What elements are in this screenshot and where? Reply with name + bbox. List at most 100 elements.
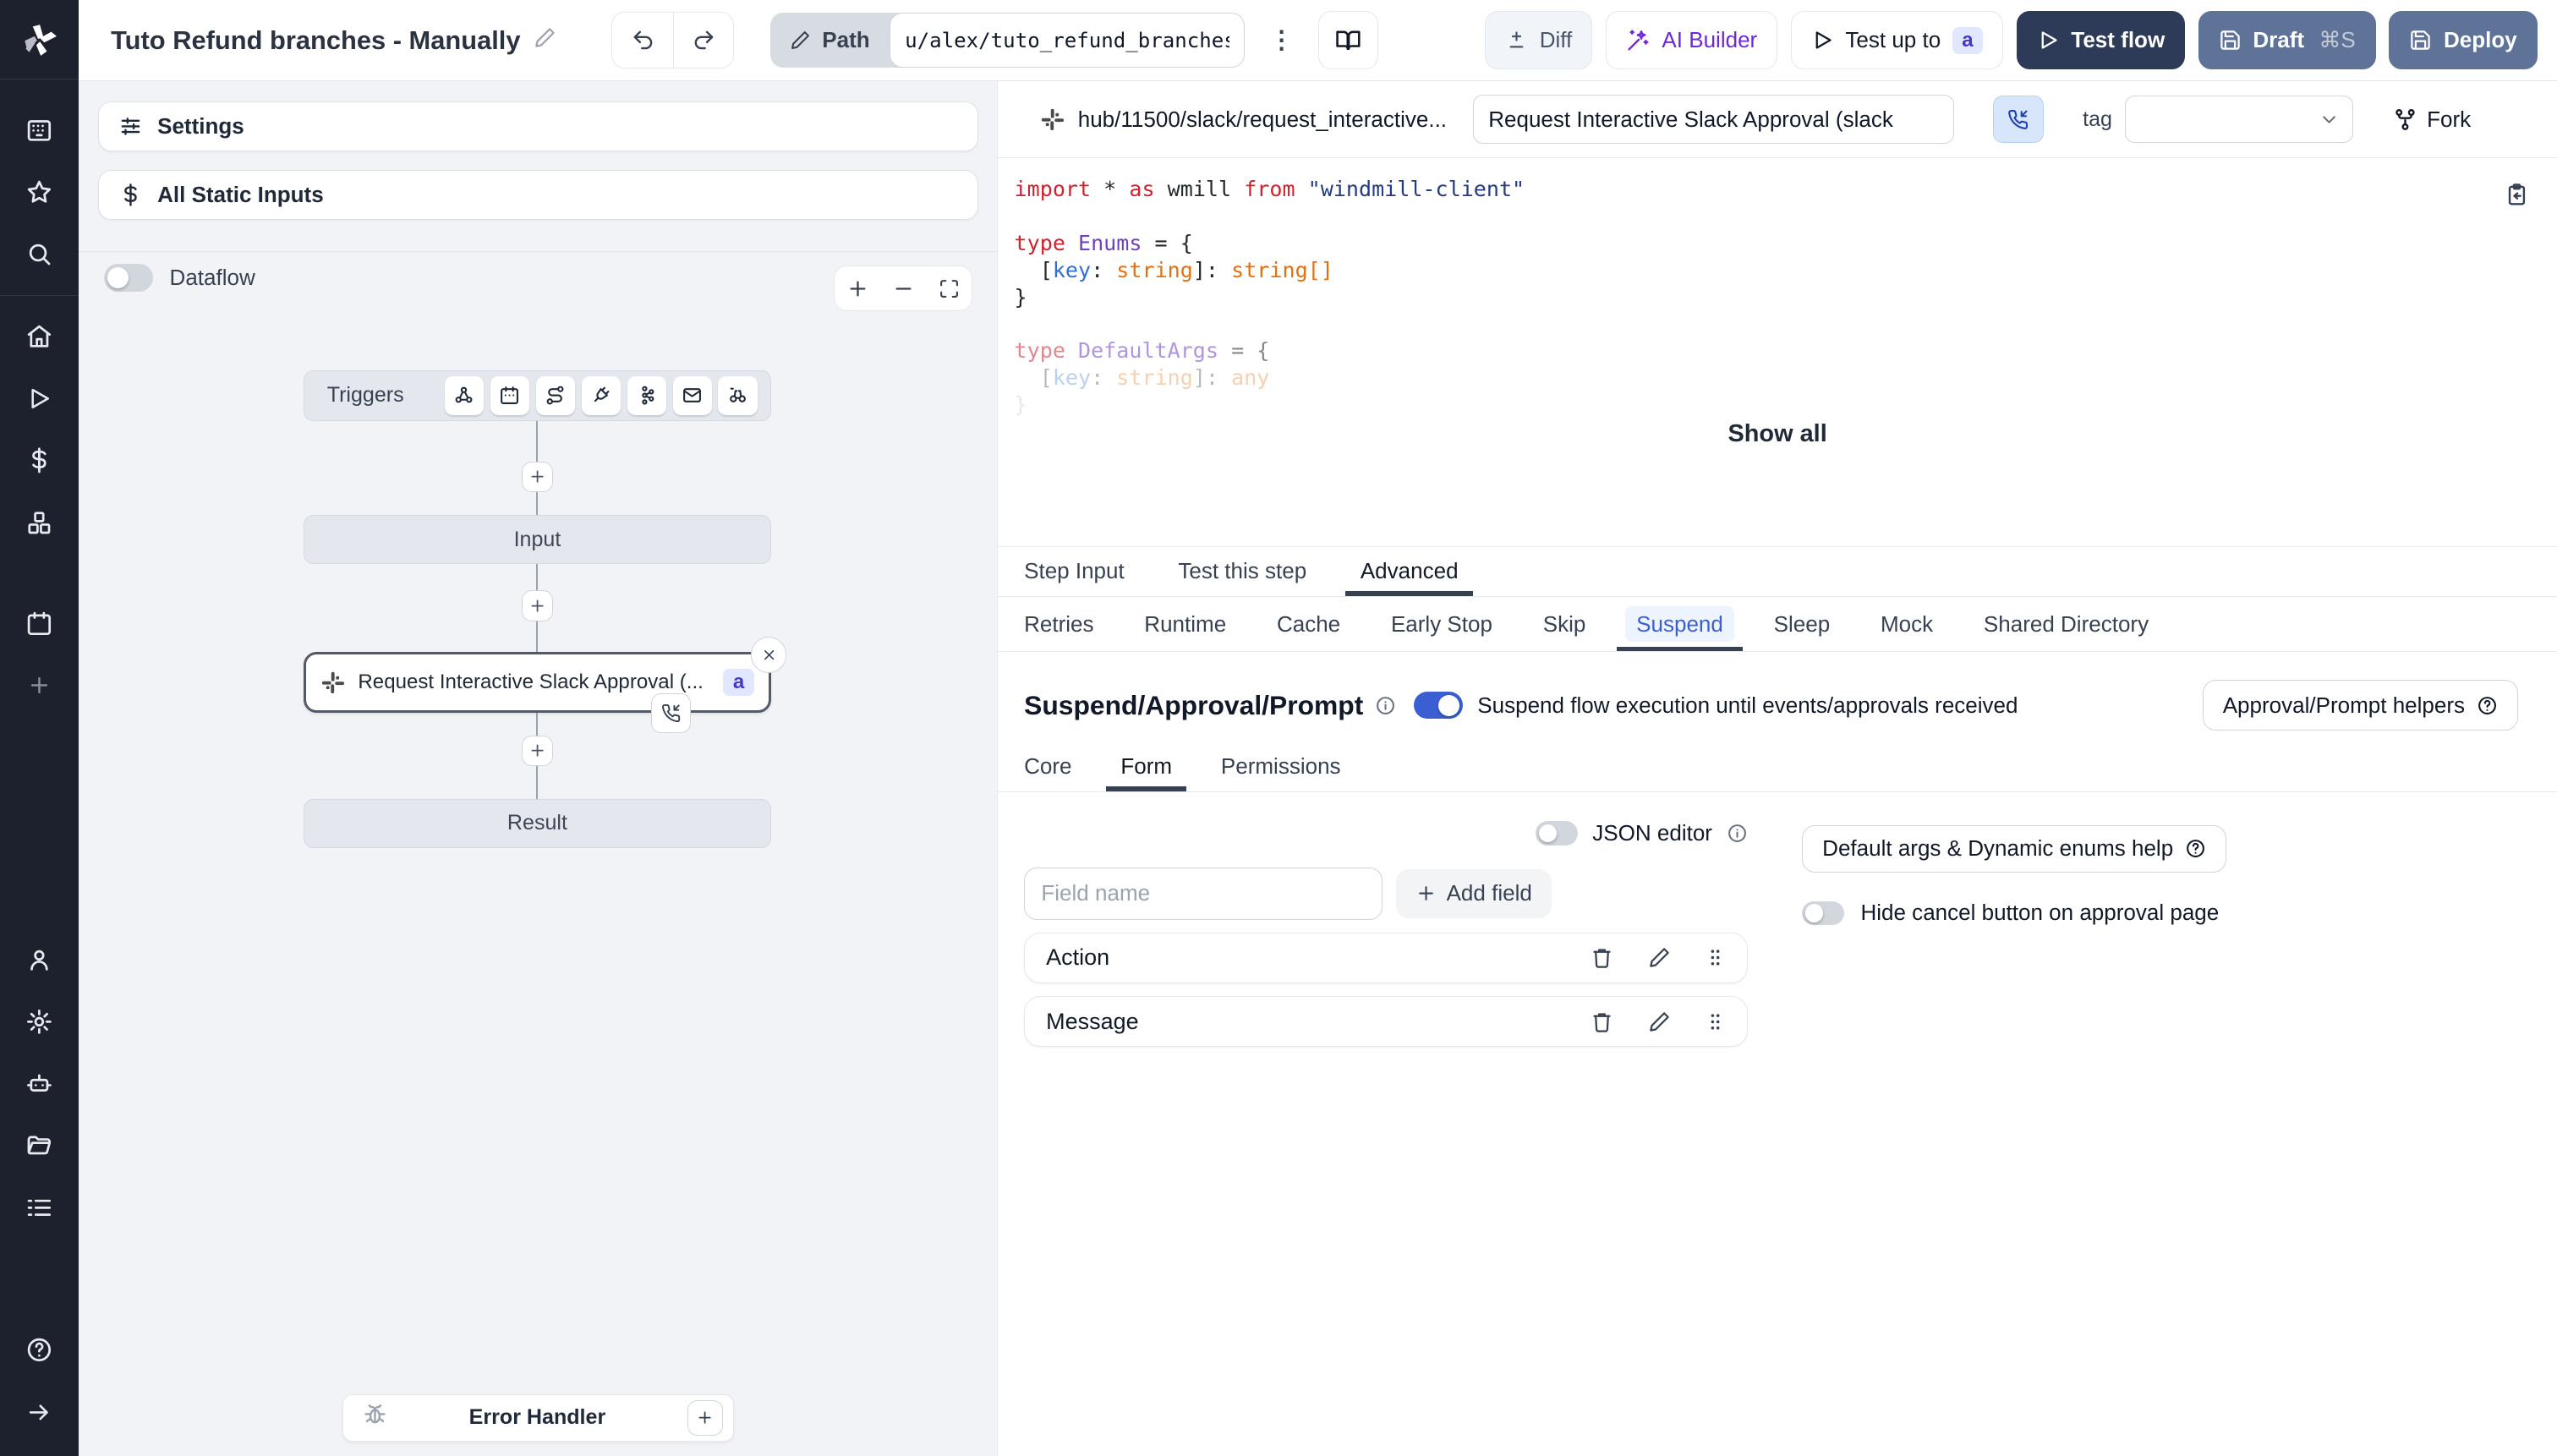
add-error-handler-button[interactable] bbox=[687, 1399, 724, 1437]
tab-runtime[interactable]: Runtime bbox=[1144, 597, 1226, 652]
more-menu-button[interactable]: ⋮ bbox=[1258, 25, 1306, 55]
all-static-inputs-button[interactable]: All Static Inputs bbox=[97, 169, 979, 221]
add-field-button[interactable]: Add field bbox=[1395, 868, 1552, 918]
flow-settings-button[interactable]: Settings bbox=[97, 101, 979, 152]
json-editor-toggle[interactable] bbox=[1535, 820, 1578, 846]
field-name-input[interactable] bbox=[1024, 867, 1383, 920]
suspend-indicator-badge[interactable] bbox=[651, 693, 691, 733]
hub-script-path[interactable]: hub/11500/slack/request_interactive... bbox=[1078, 107, 1447, 133]
redo-button[interactable] bbox=[672, 12, 734, 68]
windmill-logo[interactable] bbox=[0, 0, 79, 80]
slack-approval-step-node[interactable]: Request Interactive Slack Approval (... … bbox=[303, 637, 787, 733]
add-step-button[interactable] bbox=[522, 735, 553, 767]
tab-shared-directory[interactable]: Shared Directory bbox=[1984, 597, 2149, 652]
edit-field-button[interactable] bbox=[1648, 946, 1671, 969]
fork-button[interactable]: Fork bbox=[2393, 107, 2471, 133]
sidebar-item-workers[interactable] bbox=[0, 1053, 79, 1114]
info-icon[interactable] bbox=[1375, 695, 1396, 716]
tab-form[interactable]: Form bbox=[1105, 742, 1188, 793]
sidebar-item-runs[interactable] bbox=[0, 368, 79, 430]
code-preview[interactable]: import * as wmill from "windmill-client"… bbox=[998, 158, 2557, 546]
sidebar-item-apps[interactable] bbox=[0, 100, 79, 161]
sidebar-item-home[interactable] bbox=[0, 306, 79, 368]
sidebar-item-favorites[interactable] bbox=[0, 161, 79, 223]
tab-step-input[interactable]: Step Input bbox=[1024, 547, 1125, 596]
input-node[interactable]: Input bbox=[303, 515, 772, 565]
sidebar-item-folders[interactable] bbox=[0, 1114, 79, 1176]
add-step-button[interactable] bbox=[522, 590, 553, 621]
approval-prompt-helpers-button[interactable]: Approval/Prompt helpers bbox=[2202, 680, 2518, 731]
hide-cancel-label: Hide cancel button on approval page bbox=[1860, 900, 2220, 926]
sidebar-item-users[interactable] bbox=[0, 928, 79, 990]
suspend-settings-button[interactable] bbox=[1993, 96, 2044, 144]
sidebar-expand-button[interactable] bbox=[0, 1382, 79, 1443]
suspend-enable-toggle[interactable] bbox=[1414, 691, 1463, 720]
tab-early-stop[interactable]: Early Stop bbox=[1391, 597, 1492, 652]
websocket-trigger-button[interactable] bbox=[581, 375, 621, 415]
tab-mock[interactable]: Mock bbox=[1881, 597, 1933, 652]
form-field-row[interactable]: Message bbox=[1024, 996, 1749, 1048]
code-lines: import * as wmill from "windmill-client"… bbox=[1014, 177, 1525, 417]
sidebar-item-resources[interactable] bbox=[0, 491, 79, 553]
scheduled-poll-trigger-button[interactable] bbox=[718, 375, 758, 415]
docs-button[interactable] bbox=[1317, 11, 1379, 70]
tab-skip[interactable]: Skip bbox=[1543, 597, 1586, 652]
clipboard-copy-icon bbox=[2509, 183, 2526, 205]
ai-builder-button[interactable]: AI Builder bbox=[1605, 11, 1778, 70]
dataflow-toggle[interactable] bbox=[104, 264, 154, 293]
add-step-button[interactable] bbox=[522, 461, 553, 493]
edit-field-button[interactable] bbox=[1648, 1010, 1671, 1033]
undo-button[interactable] bbox=[612, 12, 673, 68]
form-field-row[interactable]: Action bbox=[1024, 933, 1749, 983]
fit-view-button[interactable] bbox=[926, 267, 972, 309]
default-args-help-button[interactable]: Default args & Dynamic enums help bbox=[1802, 824, 2226, 873]
schedule-trigger-button[interactable] bbox=[490, 375, 529, 415]
edit-title-button[interactable] bbox=[534, 25, 556, 56]
tab-cache[interactable]: Cache bbox=[1277, 597, 1340, 652]
tab-core[interactable]: Core bbox=[1024, 742, 1071, 791]
delete-step-button[interactable] bbox=[750, 637, 787, 673]
tab-test-this-step[interactable]: Test this step bbox=[1178, 547, 1306, 596]
http-route-trigger-button[interactable] bbox=[535, 375, 575, 415]
test-flow-button[interactable]: Test flow bbox=[2016, 11, 2186, 70]
suspend-subtabs: Core Form Permissions bbox=[998, 742, 2557, 793]
sidebar-item-add[interactable] bbox=[0, 654, 79, 716]
tab-permissions[interactable]: Permissions bbox=[1221, 742, 1341, 791]
tab-advanced[interactable]: Advanced bbox=[1345, 547, 1473, 596]
zoom-in-button[interactable] bbox=[835, 267, 880, 309]
hide-cancel-toggle[interactable] bbox=[1802, 900, 1845, 926]
sidebar-item-audit-logs[interactable] bbox=[0, 1176, 79, 1238]
tab-retries[interactable]: Retries bbox=[1024, 597, 1093, 652]
drag-handle[interactable] bbox=[1705, 1010, 1726, 1033]
draft-button[interactable]: Draft ⌘S bbox=[2198, 11, 2376, 70]
zoom-out-button[interactable] bbox=[880, 267, 926, 309]
pencil-icon bbox=[1650, 948, 1669, 968]
kafka-trigger-button[interactable] bbox=[627, 375, 666, 415]
email-trigger-button[interactable] bbox=[672, 375, 712, 415]
drag-handle[interactable] bbox=[1705, 946, 1726, 969]
copy-code-button[interactable] bbox=[2505, 183, 2529, 214]
deploy-button[interactable]: Deploy bbox=[2389, 11, 2538, 70]
sidebar-item-search[interactable] bbox=[0, 223, 79, 285]
sidebar-item-settings[interactable] bbox=[0, 991, 79, 1053]
error-handler-node[interactable]: Error Handler bbox=[342, 1393, 734, 1442]
sidebar-item-help[interactable] bbox=[0, 1319, 79, 1381]
delete-field-button[interactable] bbox=[1591, 1010, 1613, 1033]
path-label: Path bbox=[770, 13, 890, 68]
diff-button[interactable]: Diff bbox=[1485, 11, 1593, 70]
triggers-node[interactable]: Triggers bbox=[303, 369, 772, 421]
sliders-icon bbox=[121, 118, 140, 135]
step-summary-input[interactable] bbox=[1472, 95, 1954, 145]
tab-sleep[interactable]: Sleep bbox=[1774, 597, 1831, 652]
path-input[interactable] bbox=[889, 12, 1246, 68]
info-icon[interactable] bbox=[1727, 823, 1748, 844]
test-up-to-button[interactable]: Test up to a bbox=[1790, 11, 2004, 70]
show-all-button[interactable]: Show all bbox=[998, 420, 2557, 448]
sidebar-item-schedules[interactable] bbox=[0, 593, 79, 654]
sidebar-item-variables[interactable] bbox=[0, 430, 79, 491]
tab-suspend[interactable]: Suspend bbox=[1616, 597, 1744, 653]
result-node[interactable]: Result bbox=[303, 798, 772, 848]
delete-field-button[interactable] bbox=[1591, 946, 1613, 969]
webhook-trigger-button[interactable] bbox=[444, 375, 484, 415]
tag-select[interactable] bbox=[2125, 96, 2354, 144]
